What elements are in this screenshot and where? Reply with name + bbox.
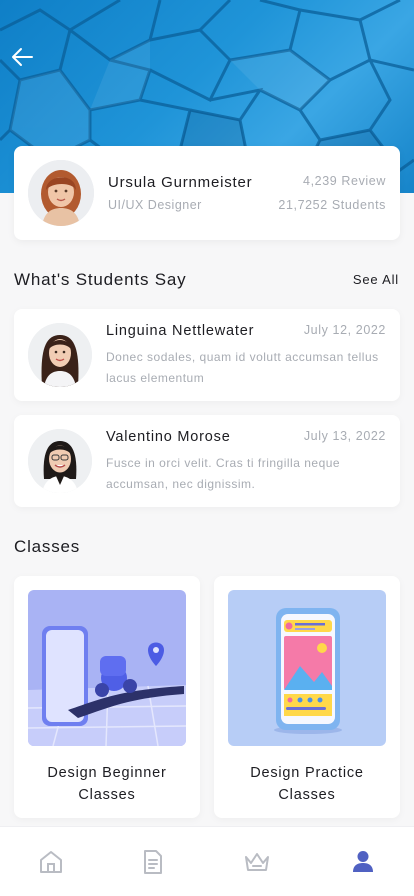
document-icon [144,850,162,874]
review-card[interactable]: Linguina Nettlewater July 12, 2022 Donec… [14,309,400,401]
crown-icon [245,853,269,871]
class-card[interactable]: Design Practice Classes [214,576,400,818]
nav-home[interactable] [36,847,66,877]
review-count: 4,239 Review [303,174,386,188]
instructor-avatar [28,160,94,226]
classes-section-title: Classes [14,537,81,556]
class-card[interactable]: Design Beginner Classes [14,576,200,818]
review-text: Donec sodales, quam id volutt accumsan t… [106,350,379,385]
instructor-card[interactable]: Ursula Gurnmeister UI/UX Designer 4,239 … [14,146,400,240]
class-thumbnail-phone [228,590,386,746]
reviewer-avatar [28,323,92,387]
nav-premium[interactable] [242,847,272,877]
review-date: July 13, 2022 [303,429,386,443]
reviews-section-title: What's Students Say [14,270,187,289]
instructor-role: UI/UX Designer [108,198,202,212]
reviewer-name: Valentino Morose [106,429,231,445]
class-title: Design Beginner Classes [47,765,167,803]
profile-icon [353,851,373,872]
arrow-left-icon [12,48,33,66]
reviewer-name: Linguina Nettlewater [106,323,255,339]
nav-profile[interactable] [348,847,378,877]
bottom-navigation [0,826,414,896]
instructor-name: Ursula Gurnmeister [108,174,253,191]
student-count: 21,7252 Students [278,198,386,212]
back-button[interactable] [10,44,36,70]
home-icon [40,851,62,873]
class-thumbnail-delivery [28,590,186,746]
class-title: Design Practice Classes [250,765,364,803]
reviewer-avatar [28,429,92,493]
nav-documents[interactable] [138,847,168,877]
review-text: Fusce in orci velit. Cras ti fringilla n… [106,456,341,491]
see-all-link[interactable]: See All [353,272,399,287]
review-card[interactable]: Valentino Morose July 13, 2022 Fusce in … [14,415,400,507]
review-date: July 12, 2022 [303,323,386,337]
